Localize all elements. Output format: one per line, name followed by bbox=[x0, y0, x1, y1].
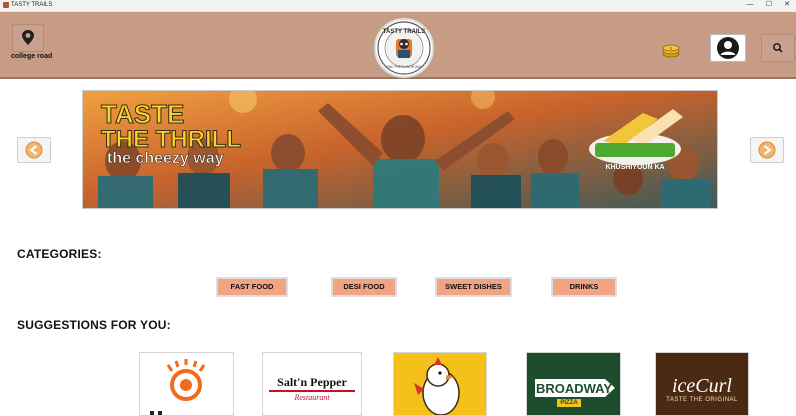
maximize-button[interactable]: ☐ bbox=[759, 0, 779, 10]
category-drinks-button[interactable]: DRINKS bbox=[551, 277, 617, 297]
location-button[interactable] bbox=[12, 24, 44, 52]
banner-prev-button[interactable] bbox=[17, 137, 51, 163]
saltnpepper-sub: Restaurant bbox=[294, 393, 330, 402]
suggestion-card-5[interactable]: iceCurl TASTE THE ORIGINAL bbox=[655, 352, 749, 416]
banner-headline-3: the cheezy way bbox=[107, 150, 224, 167]
suggestion-card-1[interactable] bbox=[139, 352, 234, 416]
window-title: TASTY TRAILS bbox=[11, 2, 53, 8]
app-logo[interactable]: TASTY TRAILS FIND THE FLAVOR WAY bbox=[374, 18, 434, 78]
suggestion-card-4[interactable]: BROADWAY PIZZA bbox=[526, 352, 621, 416]
banner-headline-2: THE THRILL bbox=[101, 126, 241, 153]
suggestions-title: SUGGESTIONS FOR YOU: bbox=[17, 318, 171, 332]
suggestion-card-3[interactable] bbox=[393, 352, 487, 416]
banner-brand: KHUSHIYOUN KA bbox=[605, 164, 664, 171]
logo-tagline: FIND THE FLAVOR WAY bbox=[386, 65, 423, 69]
user-avatar-icon bbox=[717, 37, 739, 59]
location-pin-icon bbox=[22, 30, 34, 45]
window-titlebar: TASTY TRAILS — ☐ ✕ bbox=[0, 0, 796, 12]
chicken-mascot-logo bbox=[414, 357, 460, 415]
logo-emblem: TASTY TRAILS FIND THE FLAVOR WAY bbox=[377, 21, 431, 75]
banner-next-button[interactable] bbox=[750, 137, 784, 163]
arrow-left-icon bbox=[25, 141, 43, 159]
search-button[interactable] bbox=[761, 34, 795, 62]
saltnpepper-name: Salt'n Pepper bbox=[277, 375, 347, 389]
coins-icon[interactable]: $ bbox=[660, 42, 682, 58]
close-button[interactable]: ✕ bbox=[777, 0, 796, 10]
minimize-button[interactable]: — bbox=[740, 0, 760, 10]
broadway-sub: PIZZA bbox=[557, 399, 581, 407]
saltnpepper-rule bbox=[269, 390, 355, 392]
banner-headline-1: TASTE bbox=[101, 99, 184, 129]
category-fast-food-button[interactable]: FAST FOOD bbox=[216, 277, 288, 297]
logo-title: TASTY TRAILS bbox=[383, 29, 425, 35]
suggestion-card-2[interactable]: Salt'n Pepper Restaurant bbox=[262, 352, 362, 416]
icecurl-sub: TASTE THE ORIGINAL bbox=[666, 397, 738, 403]
category-desi-food-button[interactable]: DESI FOOD bbox=[331, 277, 397, 297]
categories-title: CATEGORIES: bbox=[17, 247, 102, 261]
category-sweet-dishes-button[interactable]: SWEET DISHES bbox=[435, 277, 512, 297]
search-icon bbox=[773, 43, 783, 53]
icecurl-name: iceCurl bbox=[672, 375, 732, 397]
profile-button[interactable] bbox=[710, 34, 746, 62]
promo-banner[interactable]: TASTE THE THRILL the cheezy way KHUSHIYO… bbox=[82, 90, 718, 209]
promo-banner-art: TASTE THE THRILL the cheezy way KHUSHIYO… bbox=[83, 91, 717, 208]
app-icon bbox=[3, 2, 9, 8]
broadway-name: BROADWAY bbox=[535, 381, 613, 396]
location-label: college road bbox=[11, 53, 53, 60]
orange-eye-logo bbox=[150, 359, 206, 415]
arrow-right-icon bbox=[758, 141, 776, 159]
